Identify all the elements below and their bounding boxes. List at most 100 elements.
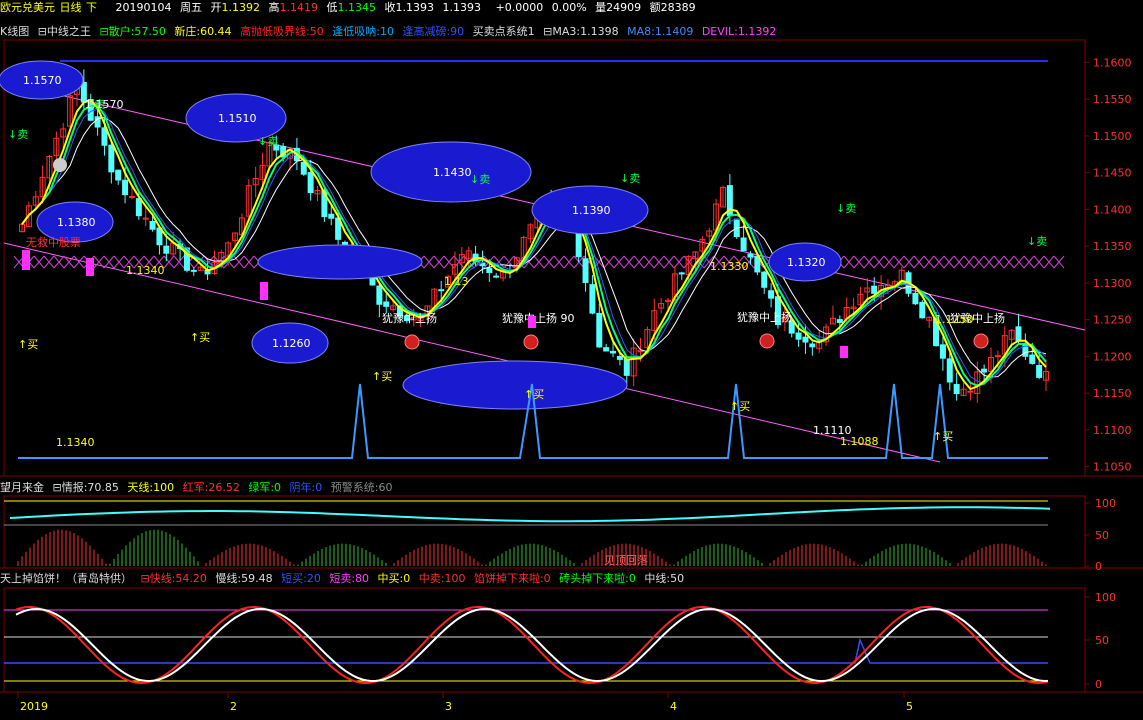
crosshatch-mark [73,255,85,269]
crosshatch-mark [963,255,975,269]
price-annotation: 1.1330 [710,260,749,273]
price-annotation: 1.1088 [840,435,879,448]
candle-body [967,390,974,393]
price-target-label: 1.1320 [787,256,826,269]
candle-body [1036,365,1043,378]
sub2-tick-label: 100 [1095,591,1116,604]
face-icon [53,158,67,172]
fast-line [15,605,1049,685]
crosshatch-mark [643,255,655,269]
candle-body [678,272,685,275]
buy-signal: ↑买 [730,400,750,413]
crosshatch-mark [893,255,905,269]
candle-body [486,267,493,274]
price-tick-label: 1.1250 [1093,314,1132,327]
price-annotation: 1.1340 [56,436,95,449]
price-tick-label: 1.1200 [1093,350,1132,363]
signal-dot [759,333,775,349]
crosshatch-mark [623,255,635,269]
candle-body [747,253,754,258]
candle-body [946,358,953,383]
price-tick-label: 1.1500 [1093,130,1132,143]
candle-body [610,350,617,354]
price-annotation: 1.1250 [935,313,974,326]
price-tick-label: 1.1450 [1093,167,1132,180]
candle-body [616,355,623,360]
sub2-tick-label: 0 [1095,678,1102,691]
date-tick-label: 2 [230,700,237,713]
crosshatch-mark [1053,255,1065,269]
crosshatch-mark [173,255,185,269]
candle-body [994,355,1001,358]
candle-body [493,275,500,278]
candle-body [871,285,878,294]
price-target-label: 1.1390 [572,204,611,217]
crosshatch-mark [603,255,615,269]
hesitate-label: 犹豫中上扬 [382,311,437,325]
crosshatch-mark [93,255,105,269]
candle-body [383,301,390,307]
crosshatch-mark [613,255,625,269]
crosshatch-mark [983,255,995,269]
signal-dot [523,334,539,350]
crosshatch-mark [103,255,115,269]
jianding-label: 见顶回落 [604,554,648,567]
candle-body [953,384,960,395]
candle-body [919,301,926,319]
price-tick-label: 1.1300 [1093,277,1132,290]
crosshatch-mark [903,255,915,269]
candle-body [108,144,115,173]
price-tick-label: 1.1150 [1093,387,1132,400]
candles [19,69,1049,403]
crosshatch-mark [43,255,55,269]
crosshatch-mark [553,255,565,269]
price-target-label: 1.1570 [23,74,62,87]
candle-body [122,179,129,196]
date-tick-label: 2019 [20,700,48,713]
signal-dot [973,333,989,349]
date-tick-label: 3 [445,700,452,713]
kline-chart-canvas[interactable]: 1.16001.15501.15001.14501.14001.13501.13… [0,0,1143,720]
crosshatch-mark [233,255,245,269]
candle-body [740,237,747,252]
crosshatch-mark [883,255,895,269]
candle-body [128,195,135,198]
price-tick-label: 1.1400 [1093,203,1132,216]
candle-body [637,350,644,353]
crosshatch-mark [33,255,45,269]
crosshatch-mark [113,255,125,269]
candle-body [1029,354,1036,364]
candle-body [912,292,919,305]
sell-signal: ↓卖 [470,173,490,186]
price-target-label: 1.1430 [433,166,472,179]
crosshatch-mark [653,255,665,269]
crosshatch-mark [863,255,875,269]
buy-signal: ↑买 [190,331,210,344]
buy-signal: ↑买 [933,430,953,443]
candle-body [190,269,197,272]
candle-body [149,220,156,230]
crosshatch-mark [973,255,985,269]
crosshatch-mark [1043,255,1055,269]
crosshatch-mark [563,255,575,269]
candle-body [809,343,816,348]
crosshatch-mark [663,255,675,269]
candle-body [939,344,946,359]
candle-body [1015,326,1022,342]
candle-body [582,258,589,283]
buy-signal: ↑买 [524,388,544,401]
candle-body [163,245,170,254]
crosshatch-mark [533,255,545,269]
candle-body [761,271,768,288]
candle-body [836,319,843,323]
sell-signal: ↓卖 [8,128,28,141]
crosshatch-mark [53,255,65,269]
crosshatch-mark [923,255,935,269]
crosshatch-mark [943,255,955,269]
candle-body [795,332,802,340]
candle-body [768,290,775,299]
devil-bar [86,258,94,276]
buy-signal: ↑买 [18,338,38,351]
candle-body [376,285,383,305]
crosshatch-mark [873,255,885,269]
